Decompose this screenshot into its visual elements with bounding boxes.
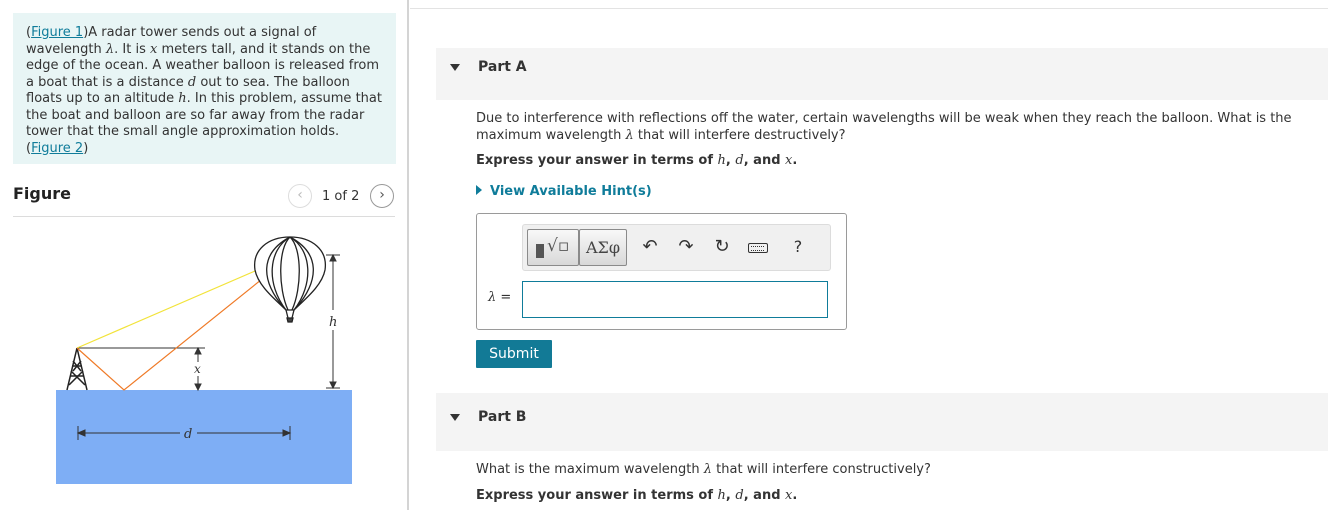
part-a-title: Part A (478, 59, 527, 75)
figure-header: Figure ‹ 1 of 2 › (13, 183, 395, 217)
var-h: h (717, 153, 726, 168)
submit-button[interactable]: Submit (476, 340, 552, 368)
redo-icon[interactable]: ↷ (675, 236, 697, 258)
question-text: Due to interference with reflections off… (476, 111, 1292, 143)
view-hints-link[interactable]: View Available Hint(s) (476, 184, 652, 199)
figure-1-link[interactable]: Figure 1 (31, 25, 83, 40)
var-d: d (735, 488, 744, 503)
var-d: d (735, 153, 744, 168)
greek-symbols-button[interactable]: ΑΣφ (579, 229, 627, 266)
templates-button[interactable]: √▫ (527, 229, 579, 266)
help-icon[interactable]: ? (787, 236, 809, 258)
var-lambda: λ (488, 290, 497, 305)
part-b-instructions: Express your answer in terms of h, d, an… (476, 488, 797, 503)
x-label: x (194, 362, 201, 376)
separator: , (725, 488, 736, 503)
h-label: h (329, 315, 337, 330)
figure-2-link[interactable]: Figure 2 (31, 141, 83, 156)
question-text: that will interfere constructively? (712, 462, 931, 477)
answer-box: √▫ ΑΣφ ↶ ↷ ↻ ? λ = (476, 213, 847, 330)
instructions-text: Express your answer in terms of (476, 488, 718, 503)
reset-icon[interactable]: ↻ (711, 236, 733, 258)
radical-icon: √▫ (547, 236, 570, 256)
undo-icon[interactable]: ↶ (639, 236, 661, 258)
sea (56, 390, 352, 484)
var-lambda: λ (625, 128, 634, 143)
question-text: What is the maximum wavelength (476, 462, 704, 477)
keyboard-icon[interactable] (747, 236, 769, 258)
part-b-header[interactable]: Part B (436, 393, 1328, 451)
next-figure-button[interactable]: › (370, 184, 394, 208)
var-lambda: λ (703, 462, 713, 477)
part-a-question: Due to interference with reflections off… (476, 110, 1316, 144)
separator: , and (743, 153, 786, 168)
chevron-left-icon: ‹ (297, 187, 303, 203)
keyboard-shape (748, 243, 768, 253)
d-label: d (184, 427, 192, 442)
answer-input[interactable] (522, 281, 828, 318)
hints-label: View Available Hint(s) (490, 184, 652, 199)
caret-down-icon (450, 414, 460, 421)
var-lambda: λ (105, 41, 115, 57)
previous-figure-button[interactable]: ‹ (288, 184, 312, 208)
var-h: h (717, 488, 726, 503)
chevron-right-icon: › (379, 187, 385, 203)
instructions-text: Express your answer in terms of (476, 153, 718, 168)
problem-intro: (Figure 1)A radar tower sends out a sign… (13, 13, 396, 164)
template-block-icon (536, 244, 544, 258)
left-pane: (Figure 1)A radar tower sends out a sign… (0, 0, 409, 510)
intro-text: . It is (114, 41, 150, 57)
answer-label: λ = (488, 290, 512, 305)
figure-title: Figure (13, 184, 71, 203)
part-b-question: What is the maximum wavelength λ that wi… (476, 461, 931, 478)
var-h: h (178, 91, 187, 106)
separator: . (792, 153, 798, 168)
part-b-title: Part B (478, 409, 527, 425)
caret-right-icon (476, 185, 482, 195)
radar-balloon-figure: d x h (56, 236, 352, 484)
separator: , (725, 153, 736, 168)
top-divider (410, 8, 1328, 9)
caret-down-icon (450, 64, 460, 71)
part-a-header[interactable]: Part A (436, 48, 1328, 100)
weather-balloon (254, 236, 326, 323)
question-text: that will interfere destructively? (633, 128, 846, 143)
figure-counter: 1 of 2 (322, 189, 360, 204)
math-toolbar: √▫ ΑΣφ ↶ ↷ ↻ ? (522, 224, 831, 271)
part-a-instructions: Express your answer in terms of h, d, an… (476, 153, 797, 168)
separator: . (792, 488, 798, 503)
var-d: d (187, 74, 197, 90)
separator: , and (743, 488, 786, 503)
